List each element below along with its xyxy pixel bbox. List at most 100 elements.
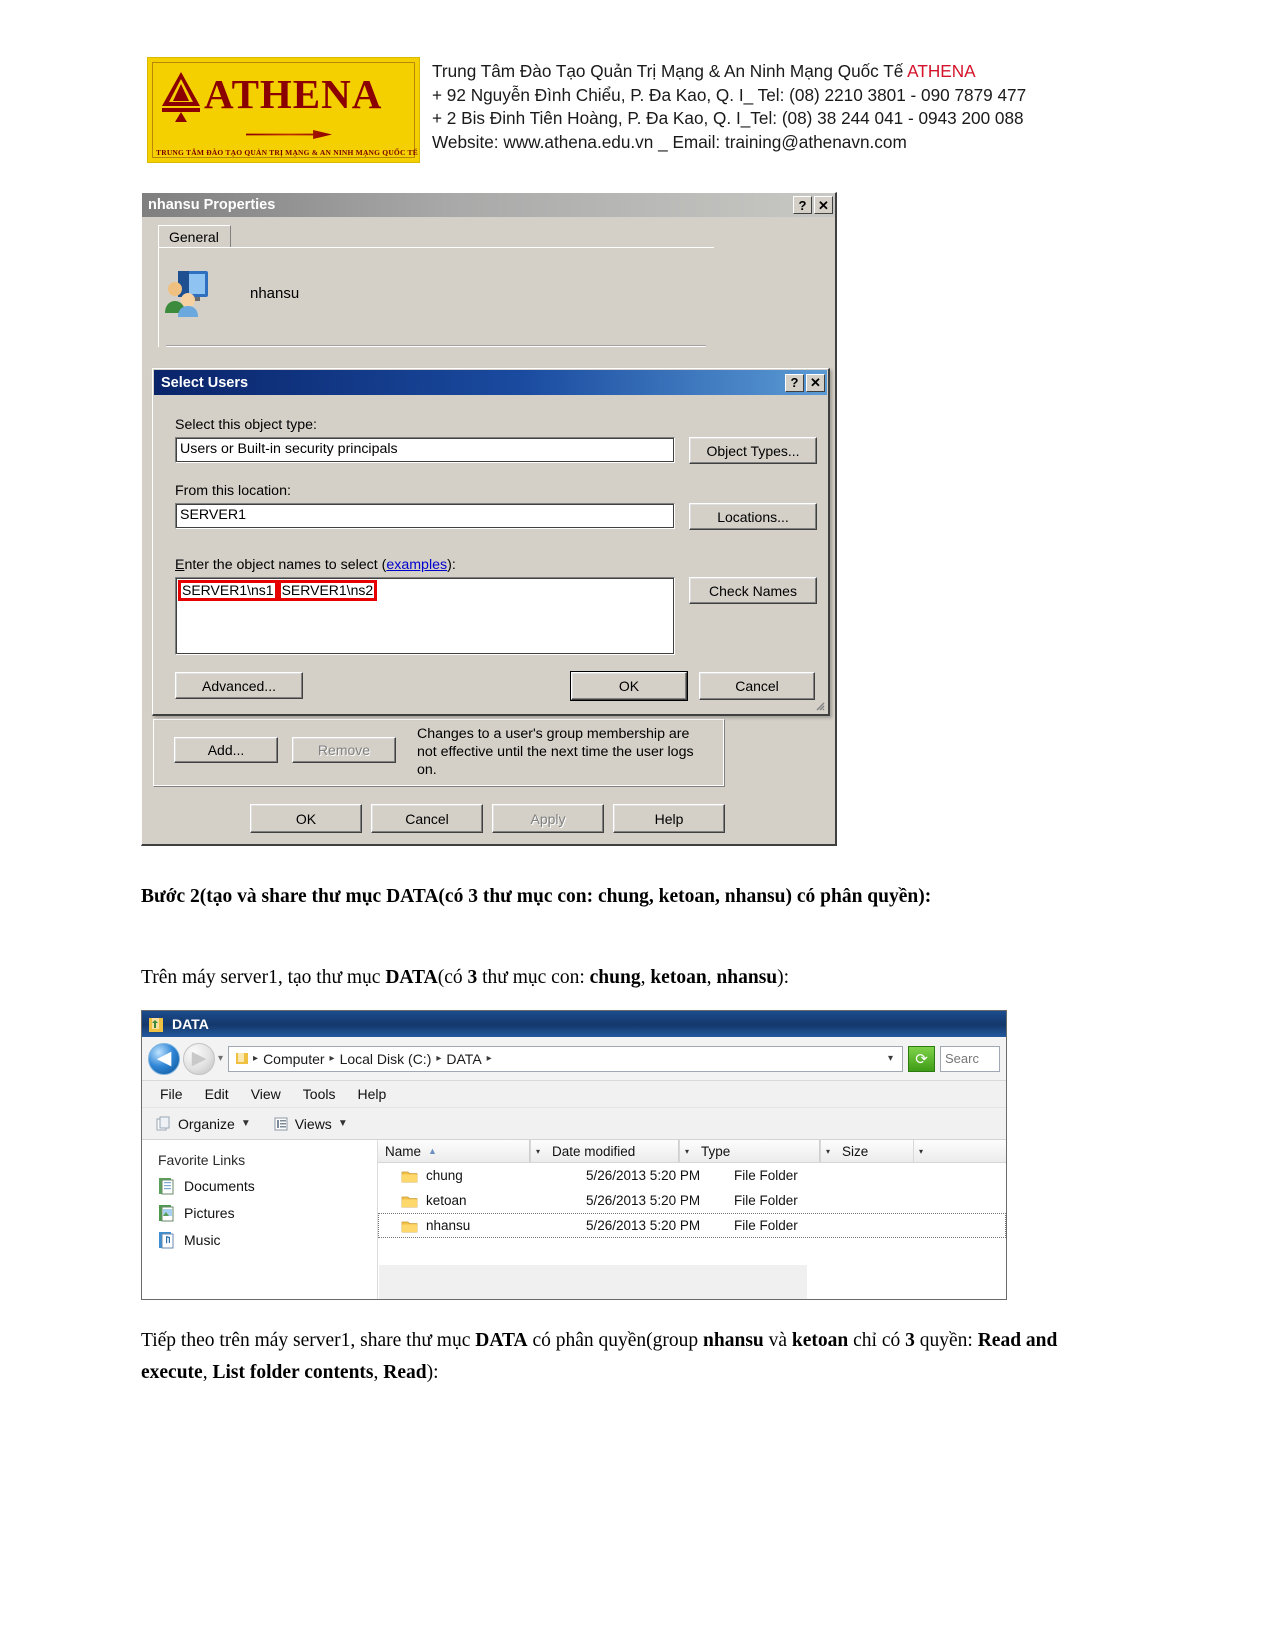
folder-icon [401,1221,418,1232]
letterhead-line-2: + 92 Nguyễn Đình Chiểu, P. Đa Kao, Q. I_… [432,84,1027,105]
column-label-size: Size [842,1143,869,1159]
sidebar-item-pictures[interactable]: Pictures [158,1204,377,1222]
object-types-button[interactable]: Object Types... [689,437,817,464]
table-row[interactable]: ketoan 5/26/2013 5:20 PM File Folder [378,1188,1006,1213]
column-header-size[interactable]: Size [835,1140,913,1162]
crumb-caret-3-icon[interactable]: ▸ [485,1053,494,1064]
column-dropdown-size[interactable]: ▾ [913,1140,928,1162]
explorer-navigation-bar: ◀ ▶ ▾ ▸ Computer ▸ Local Disk (C:) ▸ DAT… [142,1037,1006,1081]
letterhead: ATHENA TRUNG TÂM ĐÀO TẠO QUẢN TRỊ MẠNG &… [147,57,1047,173]
refresh-button[interactable]: ⟳ [908,1045,935,1072]
recent-pages-caret-icon[interactable]: ▾ [218,1053,223,1064]
row-date-cell: 5/26/2013 5:20 PM [586,1168,701,1183]
menu-view[interactable]: View [251,1086,281,1102]
column-header-type[interactable]: Type [694,1140,820,1162]
address-dropdown-icon[interactable]: ▾ [886,1053,899,1064]
menu-tools[interactable]: Tools [303,1086,336,1102]
column-header-name[interactable]: Name ▲ [378,1140,530,1162]
crumb-caret-2-icon[interactable]: ▸ [434,1053,443,1064]
back-button[interactable]: ◀ [148,1042,180,1075]
letterhead-brand: ATHENA [907,61,976,81]
views-button[interactable]: Views ▼ [273,1116,348,1132]
tab-general[interactable]: General [158,225,231,248]
crumb-caret-0-icon[interactable]: ▸ [251,1053,260,1064]
table-row[interactable]: nhansu 5/26/2013 5:20 PM File Folder [378,1213,1006,1238]
table-row[interactable]: chung 5/26/2013 5:20 PM File Folder [378,1163,1006,1188]
advanced-button[interactable]: Advanced... [175,672,303,699]
column-label-type: Type [701,1143,731,1159]
column-dropdown-name[interactable]: ▾ [530,1140,545,1162]
p3-list-folder: List folder contents [212,1361,374,1383]
explorer-toolbar: Organize ▼ Views ▼ [142,1108,1006,1140]
properties-close-button[interactable]: ✕ [814,196,833,214]
address-folder-icon [236,1053,249,1064]
menu-file[interactable]: File [160,1086,183,1102]
properties-cancel-button[interactable]: Cancel [371,804,483,833]
p2-sep2: , [706,967,717,988]
select-users-titlebar[interactable]: Select Users ? ✕ [154,370,827,395]
breadcrumb-computer[interactable]: Computer [260,1051,327,1067]
explorer-menubar: File Edit View Tools Help [142,1081,1006,1108]
properties-ok-button[interactable]: OK [250,804,362,833]
p3-count: 3 [905,1330,915,1351]
column-label-date: Date modified [552,1143,636,1159]
explorer-title: DATA [172,1016,209,1032]
p3-mid3: chỉ có [848,1330,906,1351]
object-names-input[interactable]: SERVER1\ns1 SERVER1\ns2 [175,577,675,655]
examples-link[interactable]: examples [386,557,447,573]
resize-grip-icon[interactable] [813,699,825,711]
breadcrumb-data[interactable]: DATA [443,1051,484,1067]
locations-button[interactable]: Locations... [689,503,817,530]
organize-button[interactable]: Organize ▼ [156,1116,251,1132]
letterhead-line-3: + 2 Bis Đinh Tiên Hoàng, P. Đa Kao, Q. I… [432,108,1024,129]
membership-groupbox: Add... Remove Changes to a user's group … [153,719,725,787]
select-users-cancel-button[interactable]: Cancel [699,672,815,700]
folder-icon [149,1017,163,1032]
properties-apply-button: Apply [492,804,604,833]
breadcrumb-local-disk[interactable]: Local Disk (C:) [337,1051,435,1067]
row-name-text: ketoan [426,1193,467,1208]
organize-caret-icon: ▼ [240,1118,251,1129]
p2-chung: chung [589,967,641,988]
row-type-cell: File Folder [734,1193,798,1208]
select-users-close-button[interactable]: ✕ [806,373,825,392]
column-header-date-modified[interactable]: Date modified [545,1140,679,1162]
select-users-help-button[interactable]: ? [785,373,804,392]
sidebar-item-documents[interactable]: Documents [158,1177,377,1195]
p3-nhansu: nhansu [703,1330,764,1351]
column-dropdown-type[interactable]: ▾ [820,1140,835,1162]
file-list-header: Name ▲ ▾ Date modified ▾ Type ▾ Size ▾ [378,1140,1006,1163]
properties-titlebar[interactable]: nhansu Properties ? ✕ [142,193,835,217]
menu-edit[interactable]: Edit [205,1086,229,1102]
object-type-field[interactable]: Users or Built-in security principals [175,437,675,463]
p3-mid: có phân quyền(group [527,1330,704,1351]
select-users-ok-button[interactable]: OK [571,672,687,700]
sidebar-label-music: Music [184,1232,221,1248]
properties-help-button-bottom[interactable]: Help [613,804,725,833]
object-type-label: Select this object type: [175,417,317,433]
explorer-titlebar[interactable]: DATA [142,1011,1006,1037]
properties-help-button[interactable]: ? [793,196,812,214]
p3-sep1: , [202,1361,213,1383]
paragraph-tiep-theo: Tiếp theo trên máy server1, share thư mụ… [141,1325,1066,1388]
menu-help[interactable]: Help [357,1086,386,1102]
sidebar-label-documents: Documents [184,1178,255,1194]
back-arrow-icon: ◀ [156,1047,172,1069]
check-names-button[interactable]: Check Names [689,577,817,604]
address-bar[interactable]: ▸ Computer ▸ Local Disk (C:) ▸ DATA ▸ ▾ [228,1045,903,1072]
add-button[interactable]: Add... [174,737,278,763]
views-icon [274,1117,288,1130]
letterhead-contact-block: Trung Tâm Đào Tạo Quản Trị Mạng & An Nin… [432,57,1026,155]
location-field[interactable]: SERVER1 [175,503,675,529]
sidebar-item-music[interactable]: Music [158,1231,377,1249]
views-caret-icon: ▼ [337,1118,348,1129]
p2-mid: (có [437,967,468,988]
search-input[interactable]: Searc [940,1045,1000,1072]
music-icon [159,1232,174,1249]
properties-button-row: OK Cancel Apply Help [250,804,725,833]
crumb-caret-1-icon[interactable]: ▸ [328,1053,337,1064]
column-dropdown-date[interactable]: ▾ [679,1140,694,1162]
object-names-label-suffix: ): [447,557,456,573]
properties-object-row: nhansu [162,269,299,317]
logo-tagline: TRUNG TÂM ĐÀO TẠO QUẢN TRỊ MẠNG & AN NIN… [156,148,418,157]
